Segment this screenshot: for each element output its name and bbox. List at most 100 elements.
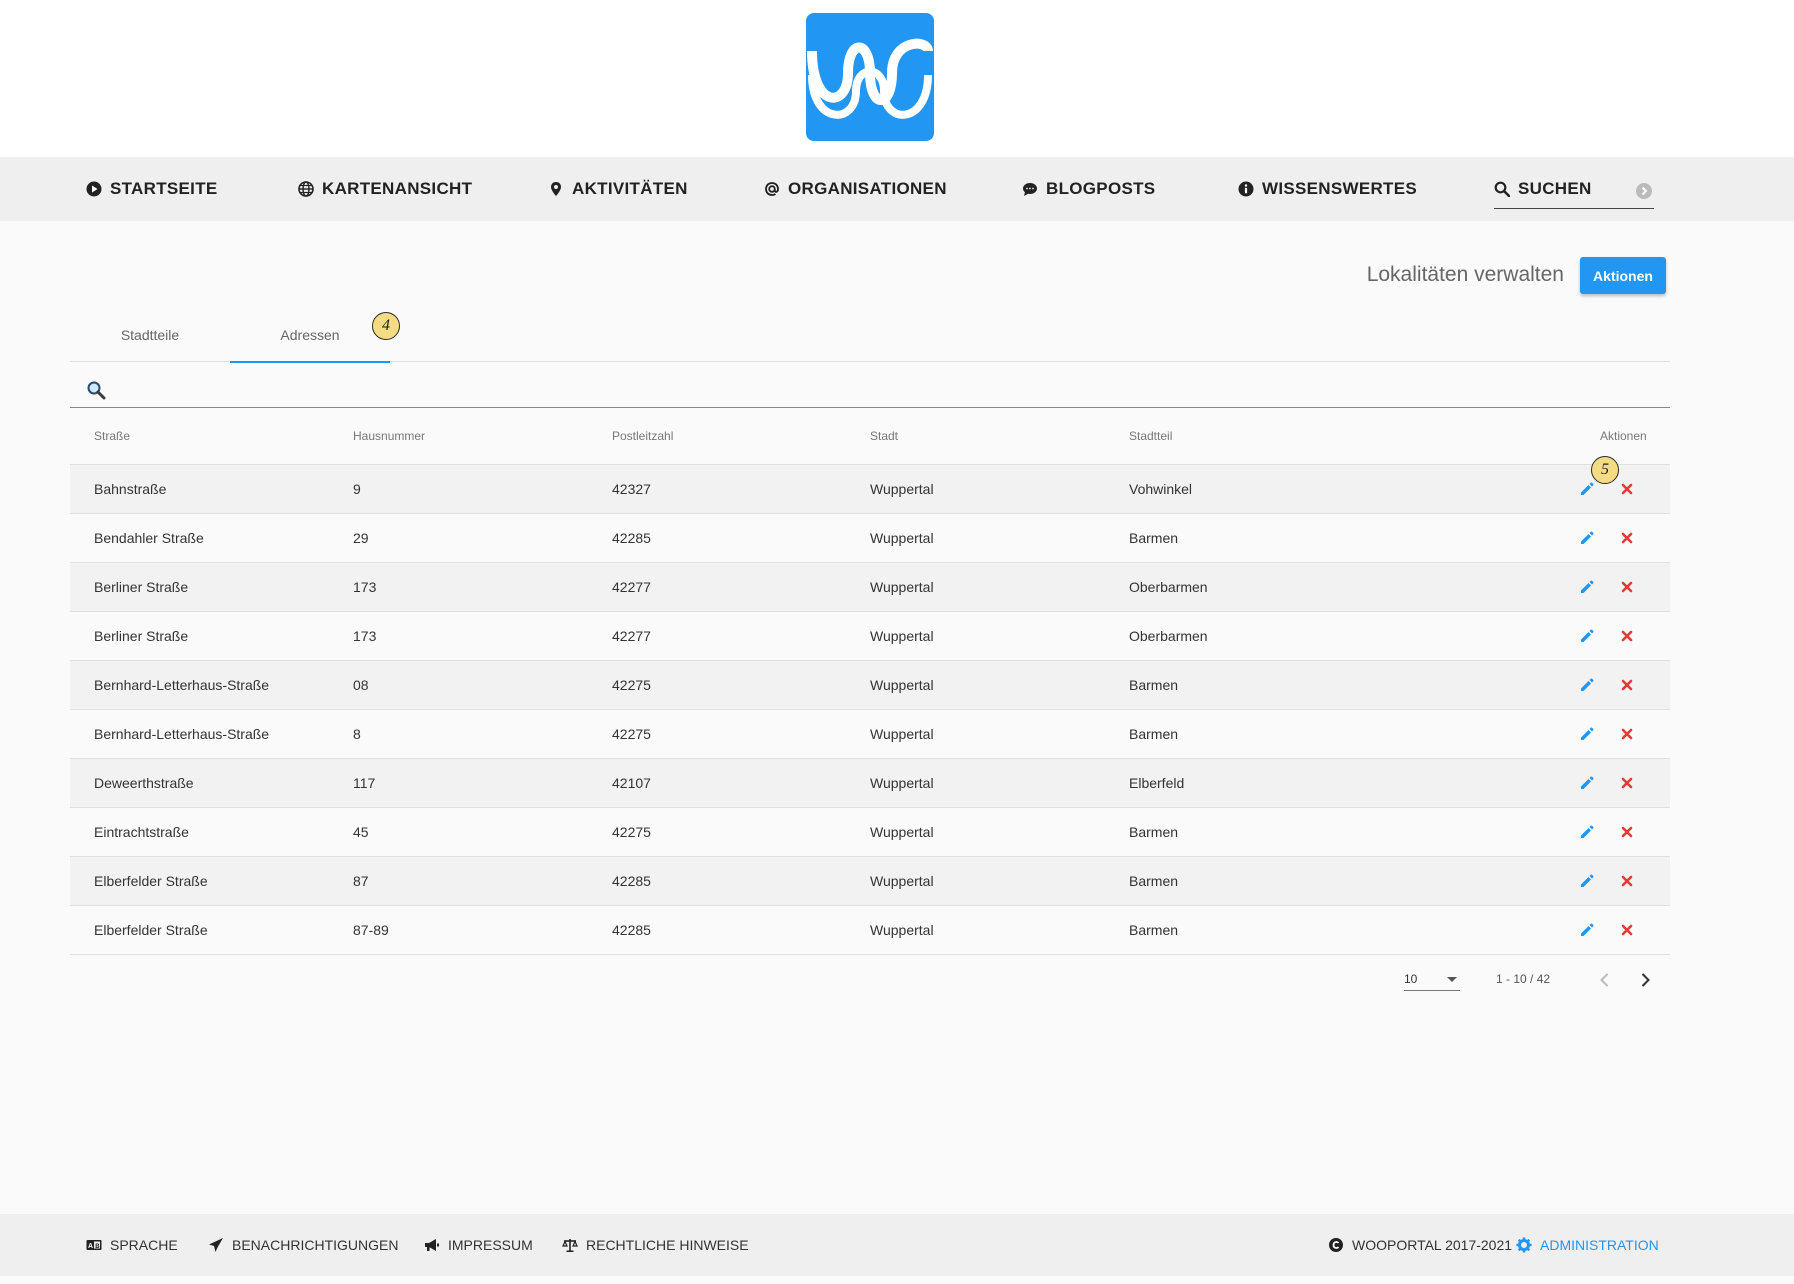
cell-street: Berliner Straße — [94, 579, 189, 595]
nav-startseite[interactable]: STARTSEITE — [86, 157, 218, 221]
at-sign-icon — [765, 182, 779, 196]
nav-organisationen[interactable]: ORGANISATIONEN — [764, 157, 947, 221]
cell-district: Elberfeld — [1129, 775, 1185, 791]
footer-imprint[interactable]: IMPRESSUM — [424, 1214, 533, 1276]
delete-close-icon[interactable] — [1618, 480, 1636, 498]
cell-street: Bahnstraße — [94, 481, 167, 497]
nav-startseite-label: STARTSEITE — [110, 179, 218, 198]
page-size-select[interactable]: 10 — [1404, 969, 1460, 991]
table-body: Bahnstraße 9 42327 Wuppertal Vohwinkel Bendah… — [70, 465, 1670, 955]
cell-district: Barmen — [1129, 530, 1179, 546]
cell-city: Wuppertal — [870, 677, 934, 693]
tab-stadtteile[interactable]: Stadtteile — [70, 308, 230, 362]
footer-legal[interactable]: RECHTLICHE HINWEISE — [562, 1214, 749, 1276]
megaphone-icon — [425, 1239, 439, 1251]
cell-district: Barmen — [1129, 726, 1179, 742]
svg-text:A: A — [88, 1243, 93, 1250]
column-header-city[interactable]: Stadt — [870, 408, 898, 464]
column-header-number[interactable]: Hausnummer — [353, 408, 425, 464]
column-header-zip[interactable]: Postleitzahl — [612, 408, 673, 464]
logo-wave-icon — [807, 38, 933, 119]
delete-close-icon[interactable] — [1618, 627, 1636, 645]
delete-close-icon[interactable] — [1618, 676, 1636, 694]
table-row: Elberfelder Straße 87-89 42285 Wuppertal Bar… — [70, 906, 1670, 955]
edit-pencil-icon[interactable] — [1578, 725, 1596, 743]
page-title: Lokalitäten verwalten — [1366, 263, 1564, 286]
delete-close-icon[interactable] — [1618, 921, 1636, 939]
edit-pencil-icon[interactable] — [1578, 823, 1596, 841]
caret-down-icon — [1447, 977, 1457, 982]
nav-kartenansicht[interactable]: KARTENANSICHT — [298, 157, 472, 221]
footer-administration-label: ADMINISTRATION — [1540, 1237, 1659, 1253]
cell-city: Wuppertal — [870, 873, 934, 889]
cell-city: Wuppertal — [870, 775, 934, 791]
nav-blogposts[interactable]: BLOGPOSTS — [1022, 157, 1155, 221]
footer-language-label: SPRACHE — [110, 1237, 178, 1253]
edit-pencil-icon[interactable] — [1578, 872, 1596, 890]
cell-street: Elberfelder Straße — [94, 873, 208, 889]
edit-pencil-icon[interactable] — [1578, 480, 1596, 498]
delete-close-icon[interactable] — [1618, 529, 1636, 547]
delete-close-icon[interactable] — [1618, 578, 1636, 596]
table-row: Deweerthstraße 117 42107 Wuppertal Elberfeld — [70, 759, 1670, 808]
cell-district: Barmen — [1129, 824, 1179, 840]
delete-close-icon[interactable] — [1618, 725, 1636, 743]
cell-house-number: 08 — [353, 677, 369, 693]
tab-adressen[interactable]: Adressen — [230, 308, 390, 363]
search-submit-icon[interactable] — [1636, 183, 1652, 199]
nav-wissenswertes[interactable]: WISSENSWERTES — [1238, 157, 1417, 221]
edit-pencil-icon[interactable] — [1578, 529, 1596, 547]
column-header-street[interactable]: Straße — [94, 408, 130, 464]
footer-language[interactable]: AB SPRACHE — [86, 1214, 178, 1276]
cell-house-number: 87-89 — [353, 922, 389, 938]
wooportal-logo[interactable] — [806, 13, 934, 141]
edit-pencil-icon[interactable] — [1578, 921, 1596, 939]
delete-close-icon[interactable] — [1618, 872, 1636, 890]
cell-city: Wuppertal — [870, 530, 934, 546]
delete-close-icon[interactable] — [1618, 774, 1636, 792]
footer-notifications[interactable]: BENACHRICHTIGUNGEN — [208, 1214, 398, 1276]
footer-administration[interactable]: ADMINISTRATION — [1516, 1214, 1659, 1276]
cell-zip: 42275 — [612, 824, 651, 840]
cell-city: Wuppertal — [870, 922, 934, 938]
previous-page-button[interactable] — [1595, 970, 1615, 990]
cell-zip: 42275 — [612, 726, 651, 742]
column-header-district[interactable]: Stadtteil — [1129, 408, 1172, 464]
step-badge: 4 — [372, 312, 400, 340]
cell-house-number: 173 — [353, 628, 377, 644]
cell-street: Bernhard-Letterhaus-Straße — [94, 677, 270, 693]
main-navigation: STARTSEITE KARTENANSICHT AKTIVITÄTEN ORG… — [0, 157, 1794, 221]
cell-district: Vohwinkel — [1129, 481, 1193, 497]
table-row: Bernhard-Letterhaus-Straße 8 42275 Wupperta… — [70, 710, 1670, 759]
cell-city: Wuppertal — [870, 579, 934, 595]
gear-icon — [1516, 1237, 1532, 1253]
cell-street: Elberfelder Straße — [94, 922, 208, 938]
step-badge: 5 — [1591, 456, 1619, 484]
table-row: Bernhard-Letterhaus-Straße 08 42275 Wuppert… — [70, 661, 1670, 710]
table-row: Berliner Straße 173 42277 Wuppertal Oberbarm… — [70, 563, 1670, 612]
edit-pencil-icon[interactable] — [1578, 578, 1596, 596]
nav-search-field[interactable]: SUCHEN — [1494, 169, 1654, 209]
edit-pencil-icon[interactable] — [1578, 774, 1596, 792]
actions-button[interactable]: Aktionen — [1580, 257, 1666, 294]
balance-scale-icon — [562, 1239, 578, 1252]
next-page-button[interactable] — [1635, 970, 1655, 990]
footer-copyright: WOOPORTAL 2017-2021 — [1328, 1214, 1512, 1276]
cell-house-number: 8 — [353, 726, 361, 742]
table-search-input[interactable] — [70, 364, 1670, 408]
footer-notifications-label: BENACHRICHTIGUNGEN — [232, 1237, 399, 1253]
cell-zip: 42285 — [612, 530, 651, 546]
cell-city: Wuppertal — [870, 726, 934, 742]
nav-aktivitaeten[interactable]: AKTIVITÄTEN — [548, 157, 688, 221]
cell-district: Barmen — [1129, 677, 1179, 693]
delete-close-icon[interactable] — [1618, 823, 1636, 841]
nav-aktivitaeten-label: AKTIVITÄTEN — [572, 179, 688, 198]
cell-street: Deweerthstraße — [94, 775, 194, 791]
table-row: Bahnstraße 9 42327 Wuppertal Vohwinkel — [70, 465, 1670, 514]
edit-pencil-icon[interactable] — [1578, 676, 1596, 694]
cell-house-number: 45 — [353, 824, 369, 840]
edit-pencil-icon[interactable] — [1578, 627, 1596, 645]
cell-district: Oberbarmen — [1129, 579, 1208, 595]
page-size-value: 10 — [1404, 972, 1418, 986]
table-row: Berliner Straße 173 42277 Wuppertal Oberbarm… — [70, 612, 1670, 661]
